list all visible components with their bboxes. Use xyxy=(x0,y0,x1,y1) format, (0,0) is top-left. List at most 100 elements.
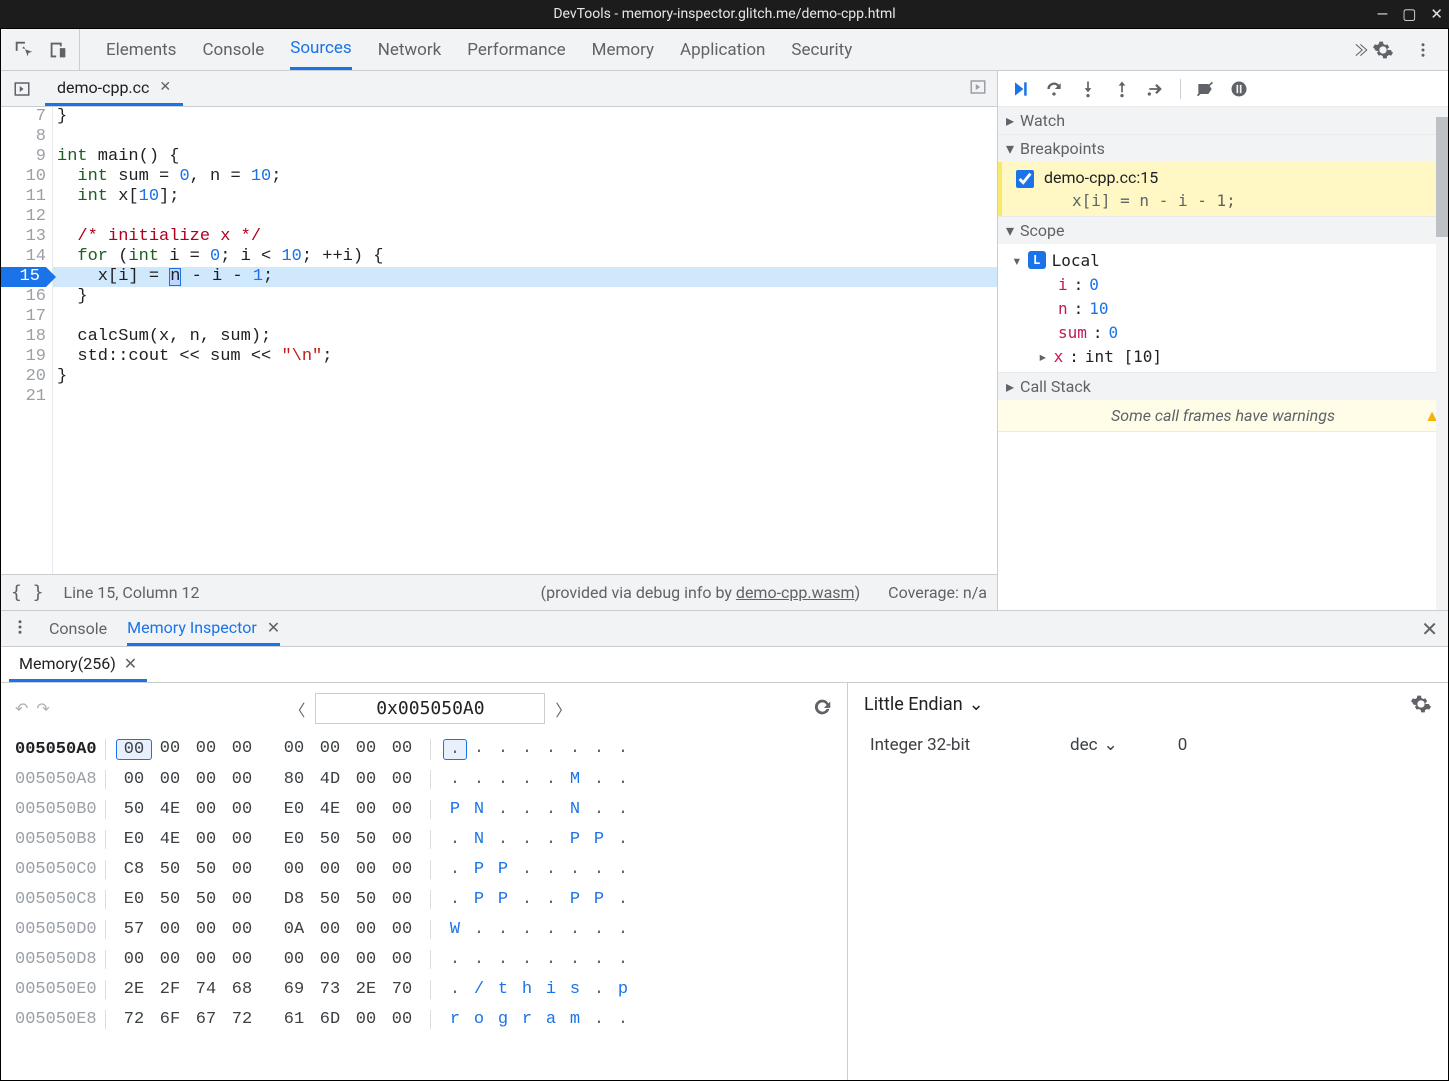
memory-byte[interactable]: 4D xyxy=(312,770,348,789)
memory-byte[interactable]: E0 xyxy=(116,890,152,909)
memory-byte[interactable]: 2F xyxy=(152,980,188,999)
line-number[interactable]: 12 xyxy=(1,207,46,227)
resume-icon[interactable] xyxy=(1010,79,1030,99)
memory-ascii-char[interactable]: . xyxy=(611,770,635,789)
memory-byte[interactable]: 00 xyxy=(384,890,420,909)
memory-ascii-char[interactable]: . xyxy=(611,890,635,909)
close-icon[interactable]: ✕ xyxy=(124,654,137,673)
memory-byte[interactable]: 50 xyxy=(312,890,348,909)
memory-byte[interactable]: 57 xyxy=(116,920,152,939)
memory-byte[interactable]: 00 xyxy=(384,739,420,760)
memory-row[interactable]: 005050E02E2F746869732E70./this.p xyxy=(15,974,833,1004)
memory-ascii-char[interactable]: . xyxy=(587,1010,611,1029)
memory-byte[interactable]: 00 xyxy=(312,739,348,760)
memory-byte[interactable]: 00 xyxy=(188,920,224,939)
memory-byte[interactable]: 50 xyxy=(152,860,188,879)
window-minimize-icon[interactable]: — xyxy=(1377,5,1389,23)
tab-sources[interactable]: Sources xyxy=(290,29,351,70)
scope-local-row[interactable]: L Local xyxy=(1012,248,1448,272)
memory-row[interactable]: 005050B0504E0000E04E0000PN...N.. xyxy=(15,794,833,824)
history-back-icon[interactable]: ↶ xyxy=(15,699,28,718)
line-number[interactable]: 21 xyxy=(1,387,46,407)
memory-ascii-char[interactable]: . xyxy=(539,800,563,819)
memory-ascii-char[interactable]: . xyxy=(515,830,539,849)
memory-byte[interactable]: 61 xyxy=(276,1010,312,1029)
memory-byte[interactable]: 00 xyxy=(348,739,384,760)
memory-ascii-char[interactable]: . xyxy=(515,800,539,819)
memory-ascii-char[interactable]: i xyxy=(539,980,563,999)
memory-byte[interactable]: 00 xyxy=(348,860,384,879)
memory-ascii-char[interactable]: . xyxy=(587,950,611,969)
memory-ascii-char[interactable]: . xyxy=(611,950,635,969)
scope-item[interactable]: sum: 0 xyxy=(1038,320,1448,344)
scope-header[interactable]: Scope xyxy=(998,217,1448,244)
memory-ascii-char[interactable]: . xyxy=(611,920,635,939)
memory-byte[interactable]: 0A xyxy=(276,920,312,939)
memory-byte[interactable]: E0 xyxy=(116,830,152,849)
code-line[interactable]: x[i] = n - i - 1; xyxy=(53,267,997,287)
tab-performance[interactable]: Performance xyxy=(467,29,565,70)
memory-byte[interactable]: 69 xyxy=(276,980,312,999)
memory-byte[interactable]: 00 xyxy=(188,770,224,789)
memory-ascii-char[interactable]: . xyxy=(587,770,611,789)
memory-byte[interactable]: 50 xyxy=(152,890,188,909)
page-next-icon[interactable]: 〉 xyxy=(555,697,571,721)
close-icon[interactable]: ✕ xyxy=(159,79,171,95)
endianness-selector[interactable]: Little Endian ⌄ xyxy=(864,694,984,715)
step-icon[interactable] xyxy=(1146,79,1166,99)
memory-ascii-char[interactable]: h xyxy=(515,980,539,999)
memory-ascii-char[interactable]: P xyxy=(563,890,587,909)
callstack-header[interactable]: Call Stack xyxy=(998,373,1448,400)
memory-byte[interactable]: 70 xyxy=(384,980,420,999)
tab-security[interactable]: Security xyxy=(791,29,852,70)
code-line[interactable]: } xyxy=(53,367,997,387)
memory-ascii-char[interactable]: . xyxy=(491,770,515,789)
memory-ascii-char[interactable]: a xyxy=(539,1010,563,1029)
sidebar-scrollbar[interactable] xyxy=(1436,107,1448,610)
memory-ascii-char[interactable]: . xyxy=(491,920,515,939)
value-format-selector[interactable]: dec ⌄ xyxy=(1070,735,1118,755)
memory-ascii-char[interactable]: . xyxy=(539,770,563,789)
memory-ascii-char[interactable]: M xyxy=(563,770,587,789)
memory-ascii-char[interactable]: . xyxy=(515,739,539,760)
memory-byte[interactable]: 68 xyxy=(224,980,260,999)
memory-ascii-char[interactable]: . xyxy=(539,920,563,939)
memory-ascii-char[interactable]: P xyxy=(563,830,587,849)
memory-ascii-char[interactable]: N xyxy=(563,800,587,819)
memory-byte[interactable]: 6D xyxy=(312,1010,348,1029)
memory-byte[interactable]: 00 xyxy=(384,830,420,849)
line-number[interactable]: 16 xyxy=(1,287,46,307)
memory-ascii-char[interactable]: . xyxy=(515,920,539,939)
memory-byte[interactable]: 50 xyxy=(116,800,152,819)
memory-byte[interactable]: 00 xyxy=(384,800,420,819)
tab-elements[interactable]: Elements xyxy=(106,29,176,70)
line-number[interactable]: 13 xyxy=(1,227,46,247)
memory-ascii-char[interactable]: . xyxy=(563,860,587,879)
memory-row[interactable]: 005050B8E04E0000E0505000.N...PP. xyxy=(15,824,833,854)
memory-ascii-char[interactable]: / xyxy=(467,980,491,999)
memory-ascii-char[interactable]: . xyxy=(611,739,635,760)
memory-row[interactable]: 005050E8726F6772616D0000rogram.. xyxy=(15,1004,833,1034)
memory-ascii-char[interactable]: r xyxy=(443,1010,467,1029)
memory-ascii-char[interactable]: r xyxy=(515,1010,539,1029)
memory-ascii-char[interactable]: . xyxy=(443,770,467,789)
memory-ascii-char[interactable]: . xyxy=(467,739,491,760)
memory-ascii-char[interactable]: o xyxy=(467,1010,491,1029)
line-number[interactable]: 9 xyxy=(1,147,46,167)
run-snippet-icon[interactable] xyxy=(969,78,987,100)
memory-byte[interactable]: 00 xyxy=(312,860,348,879)
kebab-menu-icon[interactable] xyxy=(1414,41,1432,59)
memory-byte[interactable]: 50 xyxy=(348,830,384,849)
drawer-tab-memory-inspector[interactable]: Memory Inspector ✕ xyxy=(127,611,280,646)
memory-ascii-char[interactable]: P xyxy=(443,800,467,819)
step-out-icon[interactable] xyxy=(1112,79,1132,99)
code-line[interactable]: } xyxy=(53,107,997,127)
memory-byte[interactable]: 2E xyxy=(116,980,152,999)
code-line[interactable]: calcSum(x, n, sum); xyxy=(53,327,997,347)
memory-byte[interactable]: 00 xyxy=(384,920,420,939)
memory-byte[interactable]: 80 xyxy=(276,770,312,789)
tab-console[interactable]: Console xyxy=(202,29,264,70)
memory-ascii-char[interactable]: . xyxy=(539,950,563,969)
memory-byte[interactable]: 73 xyxy=(312,980,348,999)
memory-byte[interactable]: 00 xyxy=(348,950,384,969)
